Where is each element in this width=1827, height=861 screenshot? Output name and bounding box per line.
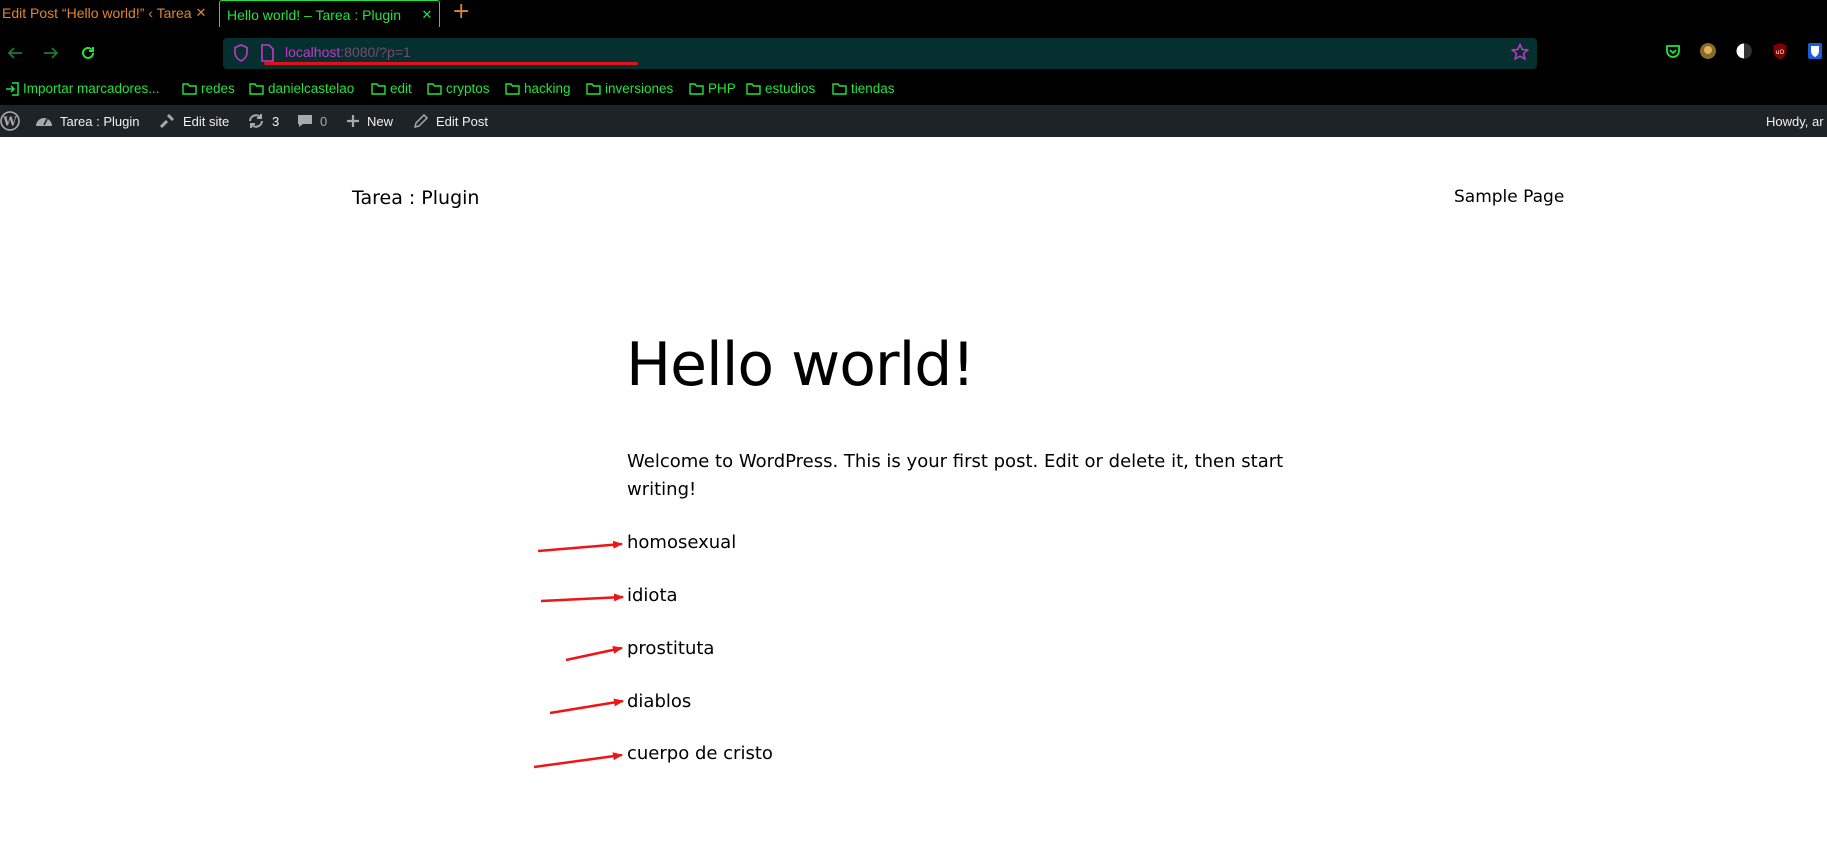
arrow-left-icon [7, 47, 22, 59]
bitwarden-icon[interactable] [1805, 41, 1825, 61]
folder-icon [832, 83, 847, 95]
arrow-annotation [540, 593, 624, 603]
bookmark-folder[interactable]: tiendas [832, 81, 895, 96]
arrow-annotation [565, 645, 623, 662]
edit-post-button[interactable]: Edit Post [413, 105, 488, 137]
wordpress-logo-icon: W [0, 111, 20, 131]
new-label: New [367, 113, 394, 129]
bookmark-folder[interactable]: cryptos [427, 81, 490, 96]
reload-button[interactable] [77, 42, 99, 64]
browser-tab-bar: Edit Post “Hello world!” ‹ Tarea ✕ Hello… [0, 0, 1827, 28]
bookmarks-bar: Importar marcadores... redes danielcaste… [0, 78, 1827, 105]
howdy-label: Howdy, ar [1766, 113, 1824, 129]
folder-icon [249, 83, 264, 95]
arrow-annotation [533, 752, 623, 769]
folder-icon [746, 83, 761, 95]
brush-icon [159, 114, 174, 129]
updates-count: 3 [272, 113, 280, 129]
edit-site-label: Edit site [183, 113, 230, 129]
post-word: diablos [627, 691, 692, 712]
close-icon[interactable]: ✕ [193, 5, 209, 21]
post-paragraph: Welcome to WordPress. This is your first… [627, 451, 1284, 500]
pocket-icon[interactable] [1663, 41, 1683, 61]
svg-text:uO: uO [1776, 49, 1785, 56]
edit-site-button[interactable]: Edit site [158, 105, 229, 137]
bookmark-folder[interactable]: inversiones [586, 81, 673, 96]
folder-icon [371, 83, 386, 95]
bookmark-folder[interactable]: PHP [689, 81, 736, 96]
shield-icon[interactable] [233, 44, 249, 62]
extension-circle-icon[interactable] [1734, 41, 1754, 61]
dashboard-icon [36, 118, 52, 126]
post-title: Hello world! [626, 330, 975, 400]
site-name-label: Tarea : Plugin [60, 113, 140, 129]
tab-title: Edit Post “Hello world!” ‹ Tarea [2, 4, 192, 21]
bookmark-folder[interactable]: hacking [505, 81, 571, 96]
edit-post-label: Edit Post [436, 113, 489, 129]
bookmark-folder[interactable]: danielcastelao [249, 81, 354, 96]
arrow-annotation [549, 698, 624, 715]
extension-avatar-icon[interactable] [1698, 41, 1718, 61]
bookmark-import[interactable]: Importar marcadores... [5, 81, 160, 96]
bookmark-label: PHP [708, 81, 736, 96]
my-account-menu[interactable]: Howdy, ar [1766, 105, 1824, 137]
updates-icon [249, 114, 263, 128]
post-word: cuerpo de cristo [627, 743, 773, 764]
url-host: localhost [285, 44, 341, 60]
red-underline-annotation [264, 62, 638, 65]
site-title-link[interactable]: Tarea : Plugin [352, 187, 479, 209]
bookmark-label: danielcastelao [268, 81, 355, 96]
ublock-icon[interactable]: uO [1770, 41, 1790, 61]
bookmark-label: Importar marcadores... [23, 81, 160, 96]
bookmark-label: estudios [765, 81, 816, 96]
folder-icon [689, 83, 704, 95]
pencil-icon [413, 113, 429, 129]
updates-button[interactable]: 3 [247, 105, 279, 137]
post-word: prostituta [627, 638, 715, 659]
tab-title: Hello world! – Tarea : Plugin [227, 6, 402, 23]
bookmark-folder[interactable]: redes [182, 81, 235, 96]
page-icon [261, 44, 274, 62]
folder-icon [427, 83, 442, 95]
url-text[interactable]: localhost:8080/?p=1 [285, 44, 411, 60]
tab-hello-world[interactable]: Hello world! – Tarea : Plugin ✕ [219, 0, 440, 28]
tab-edit-post[interactable]: Edit Post “Hello world!” ‹ Tarea ✕ [0, 0, 213, 25]
new-tab-button[interactable]: + [452, 1, 470, 23]
bookmark-label: redes [201, 81, 235, 96]
reload-icon [82, 46, 94, 59]
browser-navbar: localhost:8080/?p=1 uO [0, 27, 1827, 78]
arrow-right-icon [44, 47, 59, 59]
forward-button[interactable] [40, 42, 62, 64]
comments-button[interactable]: 0 [297, 105, 327, 137]
svg-text:W: W [2, 115, 17, 129]
folder-icon [586, 83, 601, 95]
wp-logo-button[interactable]: W [0, 105, 27, 137]
bookmark-label: inversiones [605, 81, 674, 96]
bookmark-label: hacking [524, 81, 571, 96]
bookmark-label: tiendas [851, 81, 895, 96]
wp-admin-bar: W Tarea : Plugin Edit site 3 0 New Edit … [0, 105, 1827, 137]
comments-count: 0 [320, 113, 328, 129]
post-word: homosexual [627, 532, 737, 553]
comment-icon [298, 115, 312, 127]
new-content-button[interactable]: New [346, 105, 393, 137]
nav-link-sample-page[interactable]: Sample Page [1454, 187, 1564, 207]
url-path: :8080/?p=1 [340, 44, 411, 60]
arrow-annotation [537, 540, 623, 553]
bookmark-folder[interactable]: estudios [746, 81, 815, 96]
folder-icon [505, 83, 520, 95]
close-icon[interactable]: ✕ [419, 7, 435, 23]
site-name-menu[interactable]: Tarea : Plugin [35, 105, 140, 137]
folder-icon [182, 83, 197, 95]
bookmark-folder[interactable]: edit [371, 81, 412, 96]
back-button[interactable] [4, 42, 26, 64]
import-icon [6, 81, 19, 96]
star-icon[interactable] [1511, 43, 1529, 61]
bookmark-label: cryptos [446, 81, 490, 96]
bookmark-label: edit [390, 81, 412, 96]
post-word: idiota [627, 585, 678, 606]
address-bar[interactable]: localhost:8080/?p=1 [223, 38, 1537, 69]
plus-icon [347, 115, 359, 127]
